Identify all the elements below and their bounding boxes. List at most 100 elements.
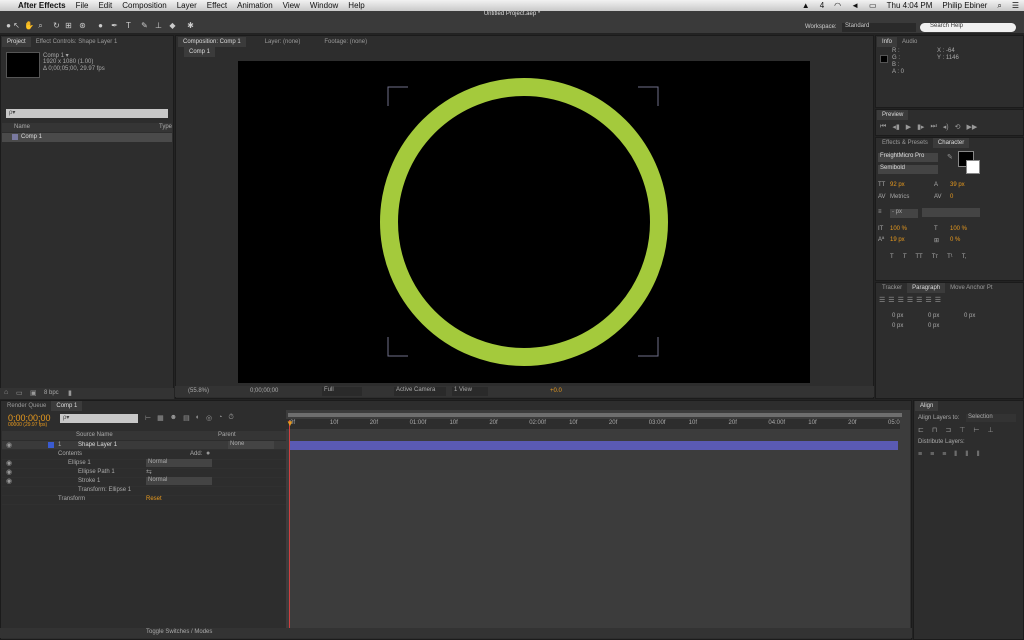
align-bottom-edges-icon[interactable]: ⊥ <box>987 426 993 434</box>
layer-name[interactable]: Shape Layer 1 <box>78 442 117 448</box>
zoom-level[interactable]: (55.8%) <box>188 388 209 394</box>
layer-label-color[interactable] <box>48 442 54 448</box>
hand-tool-icon[interactable]: ✋ <box>24 21 34 30</box>
tab-layer[interactable]: Layer: (none) <box>260 37 306 47</box>
selection-tool-icon[interactable]: ↖ <box>12 21 21 30</box>
rotate-tool-icon[interactable]: ↻ <box>52 21 61 30</box>
list-icon[interactable]: ☰ <box>1012 1 1019 10</box>
baseline-shift-value[interactable]: 19 px <box>890 237 905 243</box>
adobe-status-icon[interactable]: ▲ <box>802 1 810 10</box>
transform-row[interactable] <box>2 496 286 505</box>
current-time[interactable]: 0;00;00;00 <box>250 388 278 394</box>
faux-bold-button[interactable]: T <box>890 254 894 260</box>
project-search-input[interactable]: ρ▾ <box>6 109 168 118</box>
menu-animation[interactable]: Animation <box>237 1 273 10</box>
stroke-order-select[interactable] <box>922 208 980 217</box>
tab-info[interactable]: Info <box>877 37 898 47</box>
add-label[interactable]: Add: <box>190 451 202 457</box>
superscript-button[interactable]: T¹ <box>947 254 953 260</box>
volume-icon[interactable]: ◄ <box>851 1 859 10</box>
col-parent[interactable]: Parent <box>218 432 236 438</box>
justify-center-icon[interactable]: ☰ <box>916 296 922 304</box>
contents-label[interactable]: Contents <box>58 451 82 457</box>
comp-name-label[interactable]: Comp 1 ▾ <box>43 52 69 59</box>
shy-icon[interactable]: ☻ <box>170 414 177 422</box>
menu-window[interactable]: Window <box>310 1 338 10</box>
indent-left-value[interactable]: 0 px <box>892 313 903 319</box>
ellipse-mode-select[interactable]: Normal <box>146 459 212 467</box>
small-caps-button[interactable]: Tт <box>932 254 938 260</box>
transform-ellipse-row[interactable] <box>2 487 286 496</box>
menu-view[interactable]: View <box>283 1 300 10</box>
font-family-select[interactable]: FreightMicro Pro <box>878 153 938 162</box>
add-icon[interactable]: ● <box>206 450 210 457</box>
comp-mini-flowchart-icon[interactable]: ⊢ <box>145 414 151 422</box>
distribute-v-center-icon[interactable]: ≡ <box>930 451 934 459</box>
indent-first-value[interactable]: 0 px <box>964 313 975 319</box>
tab-character[interactable]: Character <box>932 138 970 148</box>
kerning-value[interactable]: Metrics <box>890 194 909 200</box>
menu-layer[interactable]: Layer <box>177 1 197 10</box>
comp-canvas[interactable] <box>238 61 810 383</box>
playhead-icon[interactable]: ▼ <box>286 419 294 428</box>
zoom-tool-icon[interactable]: ⌕ <box>36 21 45 30</box>
tab-audio[interactable]: Audio <box>897 37 922 47</box>
ellipse-row[interactable] <box>2 460 286 469</box>
brush-tool-icon[interactable]: ✎ <box>140 21 149 30</box>
motion-blur-icon[interactable]: ◐ <box>196 414 200 422</box>
transform-label[interactable]: Transform <box>58 496 85 502</box>
contents-row[interactable] <box>2 451 286 460</box>
type-tool-icon[interactable]: T <box>124 21 133 30</box>
stroke-label[interactable]: Stroke 1 <box>78 478 100 484</box>
all-caps-button[interactable]: TT <box>915 254 922 260</box>
leading-value[interactable]: 39 px <box>950 182 965 188</box>
current-time-indicator[interactable] <box>289 420 290 630</box>
col-source-name[interactable]: Source Name <box>76 432 113 438</box>
time-ruler[interactable]: 0f 10f 20f 01:00f 10f 20f 02:00f 10f 20f 03:00f 10… <box>286 419 900 429</box>
project-item-name[interactable]: Comp 1 <box>21 134 42 140</box>
prev-frame-icon[interactable]: ◂▮ <box>892 123 899 131</box>
stroke-row[interactable] <box>2 478 286 487</box>
tab-effect-controls[interactable]: Effect Controls: Shape Layer 1 <box>31 37 123 47</box>
transform-ellipse-label[interactable]: Transform: Ellipse 1 <box>78 487 131 493</box>
col-name[interactable]: Name <box>14 124 30 130</box>
menu-effect[interactable]: Effect <box>207 1 227 10</box>
eraser-tool-icon[interactable]: ◆ <box>168 21 177 30</box>
align-left-icon[interactable]: ☰ <box>879 296 885 304</box>
camera-tool-icon[interactable]: ⊞ <box>64 21 73 30</box>
clock[interactable]: Thu 4:04 PM <box>887 1 933 10</box>
eyedropper-icon[interactable]: ✎ <box>947 153 953 161</box>
justify-left-icon[interactable]: ☰ <box>907 296 913 304</box>
tab-footage[interactable]: Footage: (none) <box>319 37 372 47</box>
align-h-center-icon[interactable]: ⊓ <box>932 426 937 434</box>
ellipse-path-label[interactable]: Ellipse Path 1 <box>78 469 115 475</box>
clone-tool-icon[interactable]: ⊥ <box>154 21 163 30</box>
align-top-edges-icon[interactable]: ⊤ <box>959 426 965 434</box>
play-icon[interactable]: ▶ <box>906 123 911 131</box>
camera-select[interactable]: Active Camera <box>394 387 446 396</box>
tracking-value[interactable]: 0 <box>950 194 953 200</box>
audio-icon[interactable]: ◂) <box>943 123 949 131</box>
tab-effects-presets[interactable]: Effects & Presets <box>877 138 933 148</box>
col-type[interactable]: Type <box>159 124 172 130</box>
distribute-left-icon[interactable]: ⦀ <box>954 451 957 459</box>
timer-icon[interactable]: ⏱ <box>228 414 233 422</box>
align-right-edges-icon[interactable]: ⊐ <box>945 426 951 434</box>
tab-render-queue[interactable]: Render Queue <box>2 401 51 411</box>
distribute-bottom-icon[interactable]: ≡ <box>942 451 946 459</box>
ellipse-path-row[interactable] <box>2 469 286 478</box>
reset-link[interactable]: Reset <box>146 496 162 502</box>
ram-preview-icon[interactable]: ▶▶ <box>967 123 978 131</box>
tab-composition[interactable]: Composition: Comp 1 <box>178 37 246 47</box>
work-area-bar[interactable] <box>288 413 902 417</box>
battery-icon[interactable]: ▭ <box>869 1 877 10</box>
align-right-icon[interactable]: ☰ <box>898 296 904 304</box>
brainstorm-icon[interactable]: ◎ <box>206 414 212 422</box>
ellipse-eye-icon[interactable]: ◉ <box>6 459 12 467</box>
menu-edit[interactable]: Edit <box>98 1 112 10</box>
distribute-right-icon[interactable]: ⦀ <box>976 451 979 459</box>
tab-comp1[interactable]: Comp 1 <box>51 401 83 411</box>
draft-3d-icon[interactable]: ▦ <box>157 414 164 422</box>
tab-tracker[interactable]: Tracker <box>877 283 907 293</box>
tab-project[interactable]: Project <box>2 37 31 47</box>
